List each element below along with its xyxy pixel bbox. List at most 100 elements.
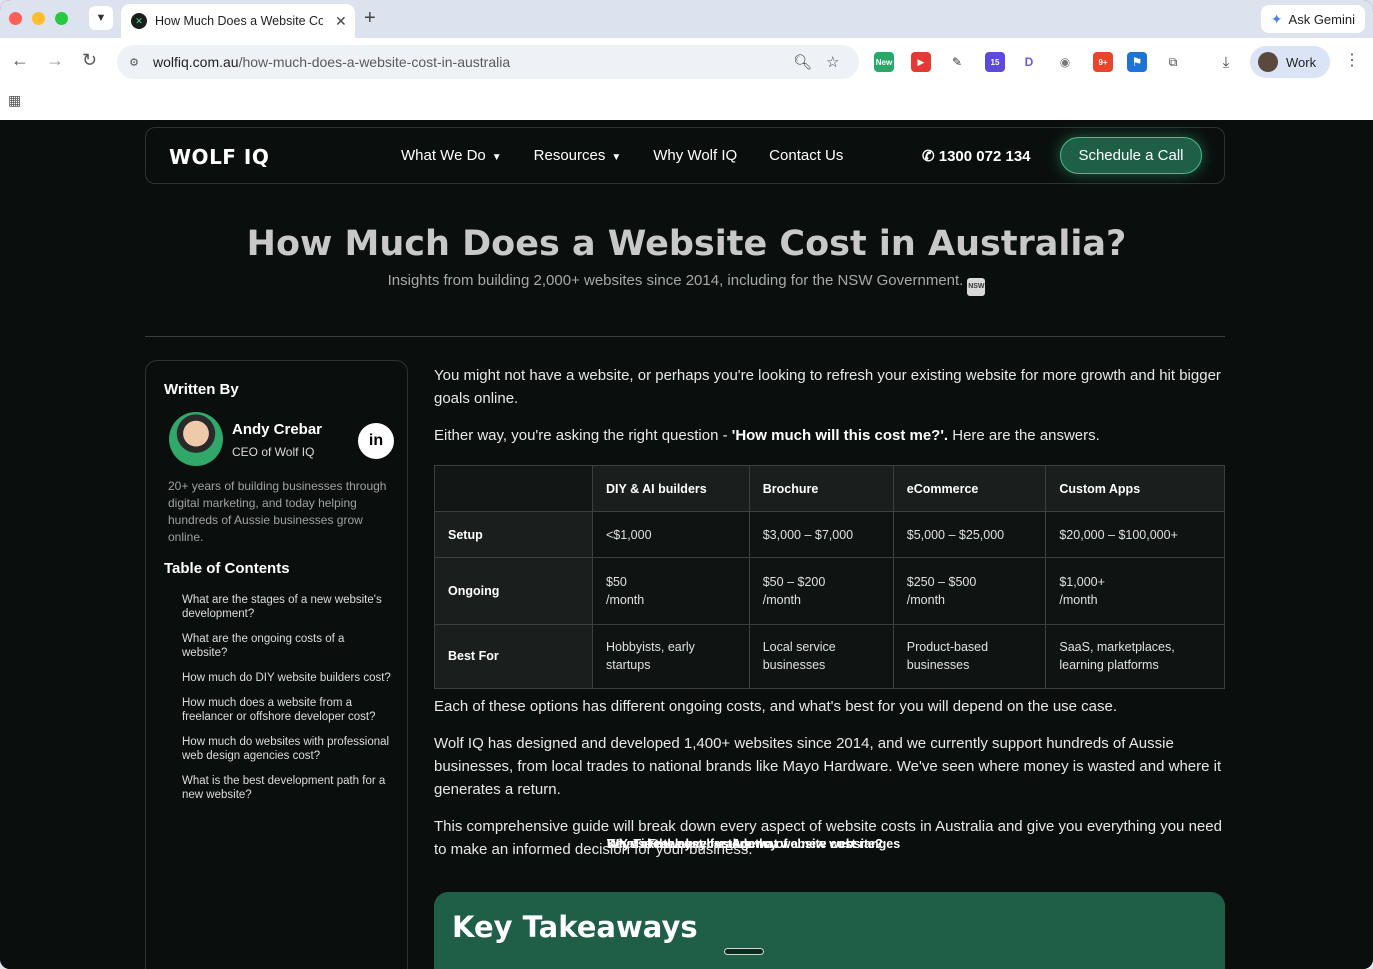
forward-arrow-icon[interactable]: →: [46, 50, 64, 71]
toc-link[interactable]: What is the best development path for a …: [182, 774, 391, 802]
table-of-contents: Key Takeaways What is the cost breakdown…: [173, 593, 900, 851]
tab-strip: ▼ ✕ How Much Does a Website Cost in Aust…: [0, 0, 1373, 38]
tab-search-button[interactable]: ▼: [89, 6, 113, 30]
pricing-table: DIY & AI builders Brochure eCommerce Cus…: [434, 464, 1225, 690]
profile-avatar: [1258, 52, 1278, 72]
column-header: eCommerce: [892, 464, 1047, 513]
youtube-extension-icon[interactable]: ▶: [911, 52, 931, 72]
nav-what-we-do[interactable]: What We Do ▼: [401, 147, 502, 164]
column-header: DIY & AI builders: [592, 464, 750, 513]
table-cell: Product-based businesses: [892, 623, 1047, 690]
page-subtitle: Insights from building 2,000+ websites s…: [0, 272, 1373, 296]
toc-link[interactable]: What are the ongoing costs of a website?: [182, 632, 391, 660]
gemini-sparkle-icon: ✦: [1270, 10, 1283, 27]
table-row: Best For Hobbyists, early startups Local …: [434, 623, 1225, 690]
url-text[interactable]: wolfiq.com.au/how-much-does-a-website-co…: [153, 54, 510, 70]
toc-link[interactable]: What are the stages of a new website's d…: [182, 593, 391, 621]
nav-why-wolf-iq[interactable]: Why Wolf IQ: [653, 147, 737, 164]
author-name: Andy Crebar: [232, 421, 323, 438]
schedule-call-button[interactable]: Schedule a Call: [1060, 137, 1202, 174]
column-header: Custom Apps: [1045, 464, 1225, 513]
intro-paragraph: You might not have a website, or perhaps…: [434, 367, 1221, 407]
table-cell: $1,000+/month: [1045, 557, 1225, 625]
table-row: Ongoing $50/month $50 – $200/month $250 …: [434, 557, 1225, 625]
d-extension-icon[interactable]: D: [1019, 52, 1039, 72]
wolfiq-favicon-icon: ✕: [131, 13, 147, 29]
new-extension-icon[interactable]: New: [874, 52, 894, 72]
phone-link[interactable]: ✆ 1300 072 134: [922, 147, 1031, 165]
pencil-extension-icon[interactable]: ✎: [947, 52, 967, 72]
written-by-heading: Written By: [164, 381, 239, 398]
key-takeaways-card: Key Takeaways: [434, 892, 1225, 969]
table-cell: $50 – $200/month: [748, 557, 894, 625]
more-menu-icon[interactable]: ⋮: [1344, 50, 1360, 70]
column-header: Brochure: [748, 464, 894, 513]
chevron-down-icon: ▼: [611, 152, 622, 163]
toc-link[interactable]: How much do websites with professional w…: [182, 735, 391, 763]
minimize-window-button[interactable]: [32, 12, 45, 25]
toc-heading: Table of Contents: [164, 560, 290, 577]
table-cell: $250 – $500/month: [892, 557, 1047, 625]
table-cell: Local service businesses: [748, 623, 894, 690]
table-cell: $3,000 – $7,000: [748, 511, 894, 559]
nav-contact-us[interactable]: Contact Us: [769, 147, 843, 164]
site-settings-icon[interactable]: ⚙: [123, 51, 145, 73]
toc-link[interactable]: How much does a website from a freelance…: [182, 696, 391, 724]
table-cell: $20,000 – $100,000+: [1045, 511, 1225, 559]
profile-label: Work: [1286, 54, 1317, 70]
apps-grid-icon[interactable]: ▦: [8, 92, 21, 109]
table-cell: <$1,000: [592, 511, 750, 559]
new-tab-button[interactable]: +: [364, 7, 376, 30]
maximize-window-button[interactable]: [55, 12, 68, 25]
sidebar: Written By Andy Crebar CEO of Wolf IQ in…: [145, 360, 900, 969]
body-paragraph: This comprehensive guide will break down…: [434, 818, 1222, 858]
back-arrow-icon[interactable]: ←: [11, 50, 29, 71]
close-icon[interactable]: ✕: [335, 13, 347, 30]
flag-extension-icon[interactable]: ⚑: [1127, 52, 1147, 72]
profile-button[interactable]: Work: [1250, 46, 1330, 78]
body-paragraph: Each of these options has different ongo…: [434, 698, 1118, 715]
row-header: Ongoing: [434, 557, 593, 625]
table-cell: $50/month: [592, 557, 750, 625]
bookmarks-bar: ▦: [0, 86, 1373, 120]
active-tab[interactable]: ✕ How Much Does a Website Cost in Austra…: [121, 4, 355, 38]
article-intro: You might not have a website, or perhaps…: [434, 364, 1225, 461]
ask-gemini-label: Ask Gemini: [1288, 11, 1355, 27]
browser-toolbar: ← → ↻ ⚙ wolfiq.com.au/how-much-does-a-we…: [0, 38, 1373, 86]
table-row: Setup <$1,000 $3,000 – $7,000 $5,000 – $…: [434, 511, 1225, 559]
site-header: WOLF IQ What We Do ▼ Resources ▼ Why Wolf …: [145, 127, 1225, 184]
wolfiq-logo[interactable]: WOLF IQ: [169, 145, 269, 169]
row-header: Setup: [434, 511, 593, 559]
author-avatar: [169, 412, 223, 466]
badge-9-extension-icon[interactable]: 9+: [1093, 52, 1113, 72]
toc-link[interactable]: How much do DIY website builders cost?: [182, 671, 391, 685]
badge-15-extension-icon[interactable]: 15: [985, 52, 1005, 72]
article-body: Each of these options has different ongo…: [434, 695, 1225, 875]
row-header: Best For: [434, 623, 593, 690]
address-bar[interactable]: ⚙ wolfiq.com.au/how-much-does-a-website-…: [117, 45, 859, 79]
bookmark-star-icon[interactable]: ☆: [826, 53, 839, 71]
divider: [145, 336, 1225, 337]
nsw-government-logo: NSW: [967, 278, 986, 296]
chevron-down-icon: ▼: [95, 12, 107, 24]
table-corner: [434, 464, 593, 513]
body-paragraph: Wolf IQ has designed and developed 1,400…: [434, 735, 1222, 798]
linkedin-icon[interactable]: in: [358, 423, 394, 459]
extensions-puzzle-icon[interactable]: ⧉: [1163, 52, 1183, 72]
nav-resources[interactable]: Resources ▼: [534, 147, 622, 164]
ask-gemini-button[interactable]: ✦ Ask Gemini: [1260, 5, 1365, 33]
camera-extension-icon[interactable]: ◉: [1055, 52, 1075, 72]
page-title: How Much Does a Website Cost in Australi…: [246, 224, 1127, 264]
reload-icon[interactable]: ↻: [82, 50, 97, 71]
browser-window: ▼ ✕ How Much Does a Website Cost in Aust…: [0, 0, 1373, 969]
table-header-row: DIY & AI builders Brochure eCommerce Cus…: [434, 464, 1225, 513]
download-icon[interactable]: ⤓: [1216, 52, 1236, 72]
close-window-button[interactable]: [9, 12, 22, 25]
key-takeaways-heading: Key Takeaways: [452, 910, 698, 944]
author-role: CEO of Wolf IQ: [232, 445, 315, 459]
table-cell: $5,000 – $25,000: [892, 511, 1047, 559]
phone-icon: ✆: [922, 148, 935, 165]
zoom-icon[interactable]: 🔍︎: [793, 53, 812, 71]
chevron-down-icon: ▼: [491, 152, 502, 163]
scroll-indicator[interactable]: [724, 948, 764, 955]
